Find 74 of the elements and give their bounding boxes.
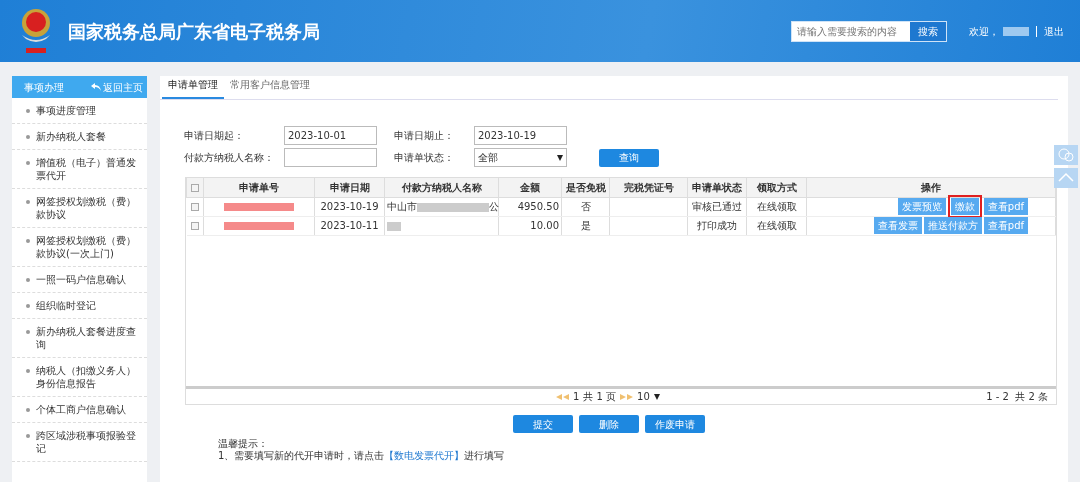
tab[interactable]: 申请单管理 [162, 77, 224, 99]
checkbox[interactable] [190, 222, 199, 230]
table-cell: 审核已通过 [687, 197, 747, 216]
sidebar-title: 事项办理 [24, 80, 64, 95]
sidebar-item[interactable]: 增值税（电子）普通发票代开 [12, 150, 147, 189]
table-cell: 2023-10-11 [314, 216, 385, 235]
column-header: 领取方式 [746, 178, 807, 197]
field-label: 申请日期止： [394, 129, 455, 143]
column-header: 操作 [806, 178, 1056, 197]
page-total: 共 1 页 [583, 390, 617, 404]
welcome-text: 欢迎， [969, 24, 999, 39]
sidebar-item[interactable]: 网签授权划缴税（费）款协议(一次上门) [12, 228, 147, 267]
sidebar-item[interactable]: 一照一码户信息确认 [12, 267, 147, 293]
table-cell: 在线领取 [746, 216, 807, 235]
field-label: 申请日期起： [184, 129, 245, 143]
sidebar-item[interactable]: 跨区域涉税事项报验登记 [12, 423, 147, 462]
redacted-name [387, 221, 401, 231]
action-button[interactable]: 提交 [513, 415, 573, 433]
redacted-name [417, 202, 489, 212]
checkbox[interactable] [191, 183, 199, 192]
tab[interactable]: 常用客户信息管理 [224, 77, 316, 99]
record-count: 1 - 2 共 2 条 [986, 390, 1048, 404]
sidebar-item[interactable]: 事项进度管理 [12, 98, 147, 124]
table-cell: 在线领取 [746, 197, 807, 216]
link[interactable]: 【数电发票代开】 [384, 450, 465, 461]
redacted-username [1003, 26, 1029, 36]
search-field[interactable]: 请输入需要搜索的内容 搜索 [791, 20, 947, 42]
next-page-icon[interactable] [620, 393, 634, 400]
action-button[interactable]: 作废申请 [645, 415, 705, 433]
table-cell: 打印成功 [687, 216, 747, 235]
chat-icon[interactable] [1054, 145, 1078, 165]
table-cell: 中山市 [387, 201, 417, 212]
table-cell: 4950.50 [498, 197, 562, 216]
table-cell: 否 [561, 197, 610, 216]
column-header: 金额 [498, 178, 562, 197]
notice-title: 温馨提示： [218, 438, 269, 450]
field-label: 申请单状态： [394, 151, 455, 165]
status-dropdown[interactable]: 全部 [474, 148, 567, 167]
dropdown-arrow-icon [653, 393, 660, 400]
sidebar-item[interactable]: 纳税人（扣缴义务人）身份信息报告 [12, 358, 147, 397]
field-label: 付款方纳税人名称： [184, 151, 275, 165]
table-cell: 2023-10-19 [314, 197, 385, 216]
search-button[interactable]: 搜索 [910, 21, 946, 41]
notice-text: 1、需要填写新的代开申请时，请点击【数电发票代开】进行填写 [218, 450, 506, 462]
column-header: 申请单状态 [687, 178, 747, 197]
sidebar-item[interactable]: 组织临时登记 [12, 293, 147, 319]
input-field[interactable] [284, 148, 377, 167]
back-to-top-icon[interactable] [1054, 168, 1078, 188]
page-number[interactable]: 1 [573, 389, 580, 404]
first-page-icon[interactable] [556, 393, 569, 400]
dropdown-arrow-icon [557, 154, 563, 161]
input-field[interactable]: 2023-10-19 [474, 126, 567, 145]
table-cell: 10.00 [498, 216, 562, 235]
column-header: 申请日期 [314, 178, 385, 197]
sidebar-item[interactable]: 网签授权划缴税（费）款协议 [12, 189, 147, 228]
column-header: 完税凭证号 [609, 178, 688, 197]
column-header: 付款方纳税人名称 [384, 178, 499, 197]
sidebar-item[interactable]: 个体工商户信息确认 [12, 397, 147, 423]
back-arrow-icon [90, 83, 101, 91]
input-field[interactable]: 2023-10-01 [284, 126, 377, 145]
checkbox[interactable] [190, 203, 199, 211]
sidebar-item[interactable]: 新办纳税人套餐进度查询 [12, 319, 147, 358]
redacted-number[interactable] [224, 222, 294, 230]
table-cell: 公 [489, 201, 499, 212]
column-header: 是否免税 [561, 178, 610, 197]
column-header: 申请单号 [203, 178, 315, 197]
table-cell: 是 [561, 216, 610, 235]
page-size-select[interactable]: 10 [637, 389, 650, 404]
action-button[interactable]: 删除 [579, 415, 639, 433]
sidebar-item[interactable]: 新办纳税人套餐 [12, 124, 147, 150]
query-button[interactable]: 查询 [599, 148, 659, 167]
redacted-number[interactable] [224, 203, 294, 211]
site-title: 国家税务总局广东省电子税务局 [68, 19, 320, 44]
logout-link[interactable]: 退出 [1044, 23, 1064, 39]
